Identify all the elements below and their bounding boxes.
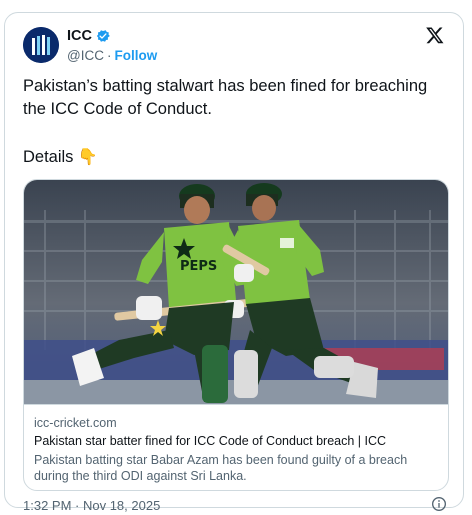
details-label: Details [23,148,74,166]
link-domain[interactable]: icc-cricket.com [34,415,438,431]
x-logo-icon[interactable] [425,25,445,45]
avatar[interactable] [23,27,59,63]
tweet-card: ICC @ICC · Follow Pakistan’s batting sta… [4,12,464,513]
details-line: Details 👇 [23,146,97,169]
tweet-text: Pakistan’s batting stalwart has been fin… [23,77,428,118]
info-icon[interactable] [431,496,447,512]
jersey-text: PEPS [180,259,217,274]
article-photo[interactable]: PEPS [24,180,449,404]
link-description: Pakistan batting star Babar Azam has bee… [34,453,408,483]
tweet-header: ICC @ICC · Follow [5,13,463,73]
follow-button[interactable]: Follow [114,48,157,63]
pointing-down-emoji: 👇 [77,149,98,166]
account-handle[interactable]: @ICC [67,48,104,63]
tweet-timestamp[interactable]: 1:32 PM · Nov 18, 2025 [23,498,160,513]
link-title[interactable]: Pakistan star batter fined for ICC Code … [34,433,438,450]
tweet-footer: 1:32 PM · Nov 18, 2025 [23,497,447,515]
link-preview-card[interactable]: PEPS icc-cricket.com Pakistan star batte… [23,179,449,491]
verified-badge-icon [96,30,110,42]
display-name[interactable]: ICC [67,28,92,44]
separator-dot: · [106,48,112,63]
icc-logo-icon [23,27,59,63]
account-names: ICC @ICC · Follow [67,27,157,63]
link-card-meta: icc-cricket.com Pakistan star batter fin… [24,404,448,490]
